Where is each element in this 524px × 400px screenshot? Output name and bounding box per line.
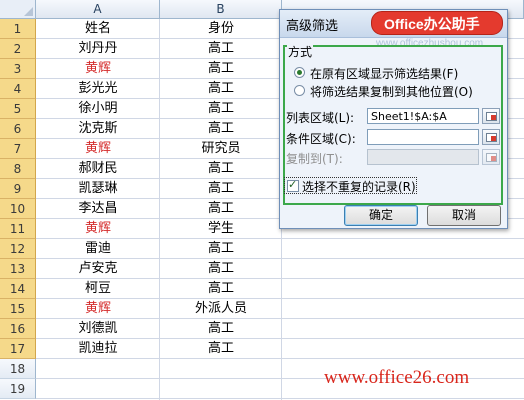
cell-name[interactable]: 雷迪 bbox=[36, 239, 160, 259]
bottom-watermark: www.office26.com bbox=[324, 367, 470, 388]
cell-name[interactable]: 徐小明 bbox=[36, 99, 160, 119]
cell-name[interactable]: 凯迪拉 bbox=[36, 339, 160, 359]
cell-name[interactable]: 黄辉 bbox=[36, 219, 160, 239]
dialog-titlebar[interactable]: 高级筛选 Office办公助手 bbox=[280, 10, 507, 38]
cell-name[interactable]: 郝财民 bbox=[36, 159, 160, 179]
copy-to-picker-icon bbox=[482, 149, 500, 165]
row-header[interactable]: 7 bbox=[0, 139, 36, 159]
watermark-badge: Office办公助手 bbox=[371, 11, 503, 35]
advanced-filter-dialog: 高级筛选 Office办公助手 www.officezhushou.com 方式… bbox=[279, 9, 508, 229]
cell-name[interactable]: 柯豆 bbox=[36, 279, 160, 299]
cell-role[interactable]: 高工 bbox=[160, 239, 282, 259]
cell-name[interactable]: 凯瑟琳 bbox=[36, 179, 160, 199]
cell-name[interactable]: 卢安克 bbox=[36, 259, 160, 279]
checkbox-checked-icon bbox=[287, 178, 299, 192]
radio-selected-icon bbox=[294, 67, 305, 78]
list-range-label: 列表区域(L): bbox=[286, 111, 355, 125]
cell-role[interactable]: 高工 bbox=[160, 279, 282, 299]
cell-name[interactable]: 刘丹丹 bbox=[36, 39, 160, 59]
cell-role[interactable]: 研究员 bbox=[160, 139, 282, 159]
cell-role[interactable]: 高工 bbox=[160, 59, 282, 79]
cell-role[interactable]: 高工 bbox=[160, 99, 282, 119]
cell-role[interactable]: 高工 bbox=[160, 119, 282, 139]
row-header[interactable]: 14 bbox=[0, 279, 36, 299]
method-legend: 方式 bbox=[287, 43, 314, 60]
cell-role[interactable]: 高工 bbox=[160, 259, 282, 279]
unique-records-label: 选择不重复的记录(R) bbox=[302, 180, 416, 194]
criteria-range-label: 条件区域(C): bbox=[286, 132, 356, 146]
row-header[interactable]: 5 bbox=[0, 99, 36, 119]
row-header[interactable]: 15 bbox=[0, 299, 36, 319]
column-header-b[interactable]: B bbox=[160, 0, 282, 19]
cell-name[interactable]: 刘德凯 bbox=[36, 319, 160, 339]
cell-name[interactable]: 沈克斯 bbox=[36, 119, 160, 139]
ok-button[interactable]: 确定 bbox=[344, 205, 418, 226]
row-header[interactable]: 10 bbox=[0, 199, 36, 219]
row-header[interactable]: 9 bbox=[0, 179, 36, 199]
row-header[interactable]: 4 bbox=[0, 79, 36, 99]
unique-records-checkbox[interactable]: 选择不重复的记录(R) bbox=[284, 177, 417, 194]
radio-unselected-icon bbox=[294, 85, 305, 96]
cell-name[interactable]: 黄辉 bbox=[36, 59, 160, 79]
row-header[interactable]: 6 bbox=[0, 119, 36, 139]
row-header[interactable]: 11 bbox=[0, 219, 36, 239]
row-header[interactable]: 2 bbox=[0, 39, 36, 59]
row-header[interactable]: 16 bbox=[0, 319, 36, 339]
dialog-title: 高级筛选 bbox=[286, 19, 339, 34]
gridline bbox=[159, 19, 160, 400]
gridline bbox=[36, 398, 524, 399]
list-range-picker-icon[interactable] bbox=[482, 108, 500, 124]
column-header-a[interactable]: A bbox=[36, 0, 160, 19]
header-cell-role[interactable]: 身份 bbox=[160, 19, 282, 39]
radio-filter-in-place-label: 在原有区域显示筛选结果(F) bbox=[310, 67, 459, 81]
cell-name[interactable]: 彭光光 bbox=[36, 79, 160, 99]
list-range-input[interactable] bbox=[367, 108, 479, 124]
cell-role[interactable]: 学生 bbox=[160, 219, 282, 239]
cell-name[interactable]: 黄辉 bbox=[36, 299, 160, 319]
cell-role[interactable]: 高工 bbox=[160, 79, 282, 99]
cell-role[interactable]: 高工 bbox=[160, 339, 282, 359]
row-header[interactable]: 1 bbox=[0, 19, 36, 39]
cell-role[interactable]: 高工 bbox=[160, 179, 282, 199]
row-header[interactable]: 8 bbox=[0, 159, 36, 179]
row-header[interactable]: 3 bbox=[0, 59, 36, 79]
cell-role[interactable]: 高工 bbox=[160, 39, 282, 59]
cell-role[interactable]: 高工 bbox=[160, 199, 282, 219]
row-header[interactable]: 17 bbox=[0, 339, 36, 359]
cell-role[interactable]: 高工 bbox=[160, 159, 282, 179]
copy-to-label: 复制到(T): bbox=[286, 152, 343, 166]
row-header[interactable]: 18 bbox=[0, 359, 36, 379]
select-all-corner[interactable] bbox=[0, 0, 36, 19]
radio-copy-to-location-label: 将筛选结果复制到其他位置(O) bbox=[310, 85, 473, 99]
criteria-range-input[interactable] bbox=[367, 129, 479, 145]
row-header[interactable]: 13 bbox=[0, 259, 36, 279]
cell-role[interactable]: 外派人员 bbox=[160, 299, 282, 319]
watermark-badge-text: Office办公助手 bbox=[384, 16, 480, 32]
cell-name[interactable]: 黄辉 bbox=[36, 139, 160, 159]
copy-to-input bbox=[367, 149, 479, 165]
cell-role[interactable]: 高工 bbox=[160, 319, 282, 339]
cancel-button[interactable]: 取消 bbox=[427, 205, 501, 226]
criteria-range-picker-icon[interactable] bbox=[482, 129, 500, 145]
header-cell-name[interactable]: 姓名 bbox=[36, 19, 160, 39]
row-header[interactable]: 19 bbox=[0, 379, 36, 399]
cell-name[interactable]: 李达昌 bbox=[36, 199, 160, 219]
row-header[interactable]: 12 bbox=[0, 239, 36, 259]
